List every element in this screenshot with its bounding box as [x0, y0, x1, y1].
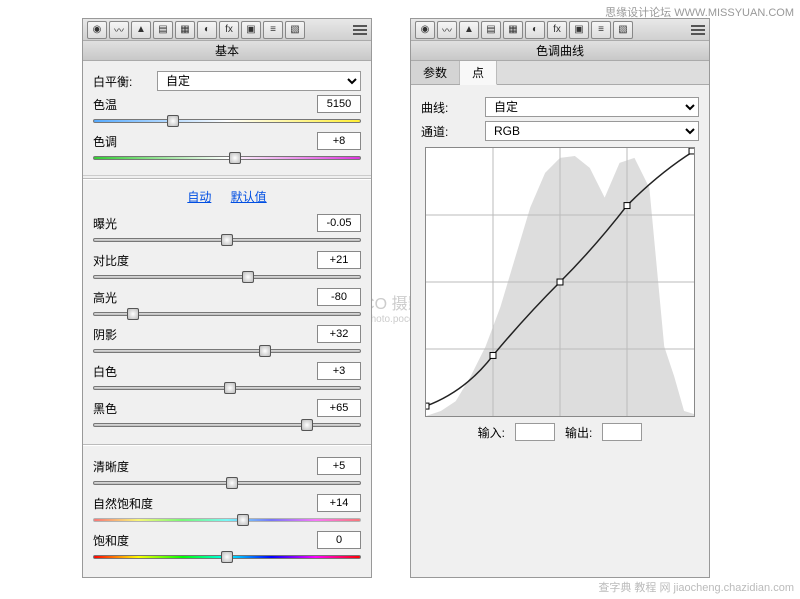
contrast-slider[interactable]: 对比度+21 [93, 251, 361, 282]
basic-toolbar: ◉ 〰 ▲ ▤ ▦ ◐ fx ▣ ≡ ▧ [83, 19, 371, 41]
tone-curve-graph[interactable] [425, 147, 695, 417]
auto-default-links: 自动 默认值 [83, 182, 371, 211]
lens-icon[interactable]: ◐ [525, 21, 545, 39]
channel-label: 通道: [421, 123, 485, 140]
curves-title: 色调曲线 [411, 41, 709, 61]
default-link[interactable]: 默认值 [231, 190, 267, 204]
temp-value[interactable]: 5150 [317, 95, 361, 113]
fx-icon[interactable]: fx [547, 21, 567, 39]
input-value[interactable] [515, 423, 555, 441]
detail-icon[interactable]: ▦ [503, 21, 523, 39]
tab-parametric[interactable]: 参数 [411, 61, 460, 84]
panel-menu-icon[interactable] [353, 24, 367, 36]
tint-value[interactable]: +8 [317, 132, 361, 150]
camera-icon[interactable]: ▣ [569, 21, 589, 39]
highlights-slider[interactable]: 高光-80 [93, 288, 361, 319]
temperature-slider[interactable]: 色温 5150 [93, 95, 361, 126]
aperture-icon[interactable]: ◉ [87, 21, 107, 39]
presets-icon[interactable]: ▧ [613, 21, 633, 39]
lens-icon[interactable]: ◐ [197, 21, 217, 39]
curves-tabs: 参数 点 [411, 61, 709, 85]
exposure-slider[interactable]: 曝光-0.05 [93, 214, 361, 245]
curve-point[interactable] [624, 203, 630, 209]
wb-label: 白平衡: [93, 73, 157, 90]
auto-link[interactable]: 自动 [187, 190, 211, 204]
clarity-slider[interactable]: 清晰度+5 [93, 457, 361, 488]
panel-menu-icon[interactable] [691, 24, 705, 36]
curve-select[interactable]: 自定 [485, 97, 699, 117]
triangle-icon[interactable]: ▲ [459, 21, 479, 39]
presets-icon[interactable]: ▧ [285, 21, 305, 39]
histogram-icon[interactable]: ▤ [153, 21, 173, 39]
triangle-icon[interactable]: ▲ [131, 21, 151, 39]
input-output-row: 输入: 输出: [421, 423, 699, 441]
basic-title: 基本 [83, 41, 371, 61]
saturation-slider[interactable]: 饱和度0 [93, 531, 361, 562]
curves-toolbar: ◉ 〰 ▲ ▤ ▦ ◐ fx ▣ ≡ ▧ [411, 19, 709, 41]
curve-point[interactable] [426, 403, 429, 409]
channel-select[interactable]: RGB [485, 121, 699, 141]
curve-label: 曲线: [421, 99, 485, 116]
curve-point[interactable] [490, 352, 496, 358]
camera-icon[interactable]: ▣ [241, 21, 261, 39]
watermark-bottom-right: 查字典 教程 网 jiaocheng.chazidian.com [598, 579, 794, 595]
wb-select[interactable]: 自定 [157, 71, 361, 91]
tint-knob[interactable] [229, 152, 241, 164]
curves-panel: ◉ 〰 ▲ ▤ ▦ ◐ fx ▣ ≡ ▧ 色调曲线 参数 点 曲线: 自定 通道… [410, 18, 710, 578]
vibrance-slider[interactable]: 自然饱和度+14 [93, 494, 361, 525]
output-value[interactable] [602, 423, 642, 441]
detail-icon[interactable]: ▦ [175, 21, 195, 39]
whites-slider[interactable]: 白色+3 [93, 362, 361, 393]
histogram-icon[interactable]: ▤ [481, 21, 501, 39]
basic-panel: ◉ 〰 ▲ ▤ ▦ ◐ fx ▣ ≡ ▧ 基本 白平衡: 自定 色温 5150 色… [82, 18, 372, 578]
tab-point[interactable]: 点 [460, 61, 497, 85]
output-label: 输出: [565, 424, 592, 441]
curve-icon[interactable]: 〰 [109, 21, 129, 39]
blacks-slider[interactable]: 黑色+65 [93, 399, 361, 430]
shadows-slider[interactable]: 阴影+32 [93, 325, 361, 356]
curve-point[interactable] [689, 148, 694, 154]
temp-knob[interactable] [167, 115, 179, 127]
fx-icon[interactable]: fx [219, 21, 239, 39]
tint-label: 色调 [93, 133, 117, 150]
input-label: 输入: [478, 424, 505, 441]
sliders-icon[interactable]: ≡ [591, 21, 611, 39]
aperture-icon[interactable]: ◉ [415, 21, 435, 39]
temp-label: 色温 [93, 96, 117, 113]
curve-icon[interactable]: 〰 [437, 21, 457, 39]
curve-point[interactable] [557, 279, 563, 285]
tint-slider[interactable]: 色调 +8 [93, 132, 361, 163]
sliders-icon[interactable]: ≡ [263, 21, 283, 39]
